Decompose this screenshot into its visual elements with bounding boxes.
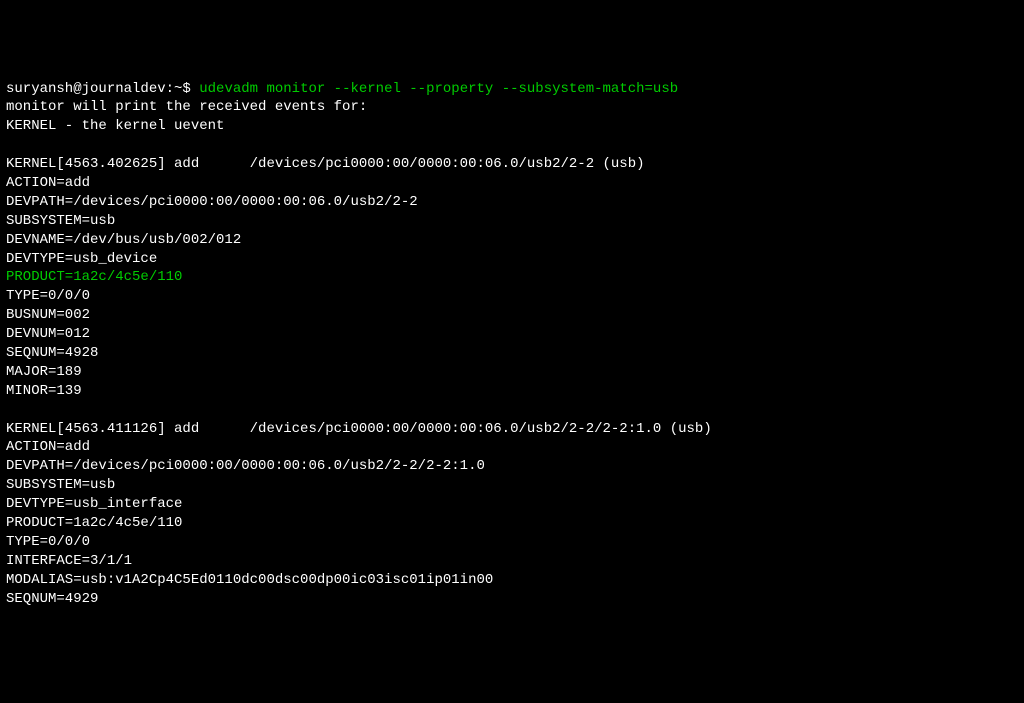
event2-header: KERNEL[4563.411126] add /devices/pci0000…: [6, 420, 1018, 439]
event1-action: ACTION=add: [6, 174, 1018, 193]
event2-seqnum: SEQNUM=4929: [6, 590, 1018, 609]
event2-subsystem: SUBSYSTEM=usb: [6, 476, 1018, 495]
event1-devname: DEVNAME=/dev/bus/usb/002/012: [6, 231, 1018, 250]
intro-line-1: monitor will print the received events f…: [6, 98, 1018, 117]
event2-devtype: DEVTYPE=usb_interface: [6, 495, 1018, 514]
event2-type: TYPE=0/0/0: [6, 533, 1018, 552]
event2-modalias: MODALIAS=usb:v1A2Cp4C5Ed0110dc00dsc00dp0…: [6, 571, 1018, 590]
event2-action: ACTION=add: [6, 438, 1018, 457]
event1-header: KERNEL[4563.402625] add /devices/pci0000…: [6, 155, 1018, 174]
event1-type: TYPE=0/0/0: [6, 287, 1018, 306]
prompt-line: suryansh@journaldev:~$ udevadm monitor -…: [6, 80, 1018, 99]
command-text: udevadm monitor --kernel --property --su…: [199, 81, 678, 97]
event2-product: PRODUCT=1a2c/4c5e/110: [6, 514, 1018, 533]
event1-busnum: BUSNUM=002: [6, 306, 1018, 325]
terminal-output[interactable]: suryansh@journaldev:~$ udevadm monitor -…: [6, 80, 1018, 609]
intro-line-2: KERNEL - the kernel uevent: [6, 117, 1018, 136]
event1-devtype: DEVTYPE=usb_device: [6, 250, 1018, 269]
event1-minor: MINOR=139: [6, 382, 1018, 401]
blank-line: [6, 136, 1018, 155]
event1-seqnum: SEQNUM=4928: [6, 344, 1018, 363]
event1-subsystem: SUBSYSTEM=usb: [6, 212, 1018, 231]
event1-major: MAJOR=189: [6, 363, 1018, 382]
event2-devpath: DEVPATH=/devices/pci0000:00/0000:00:06.0…: [6, 457, 1018, 476]
event2-interface: INTERFACE=3/1/1: [6, 552, 1018, 571]
prompt-user-host: suryansh@journaldev:~$: [6, 81, 191, 97]
blank-line: [6, 401, 1018, 420]
event1-devnum: DEVNUM=012: [6, 325, 1018, 344]
event1-product: PRODUCT=1a2c/4c5e/110: [6, 268, 1018, 287]
event1-devpath: DEVPATH=/devices/pci0000:00/0000:00:06.0…: [6, 193, 1018, 212]
